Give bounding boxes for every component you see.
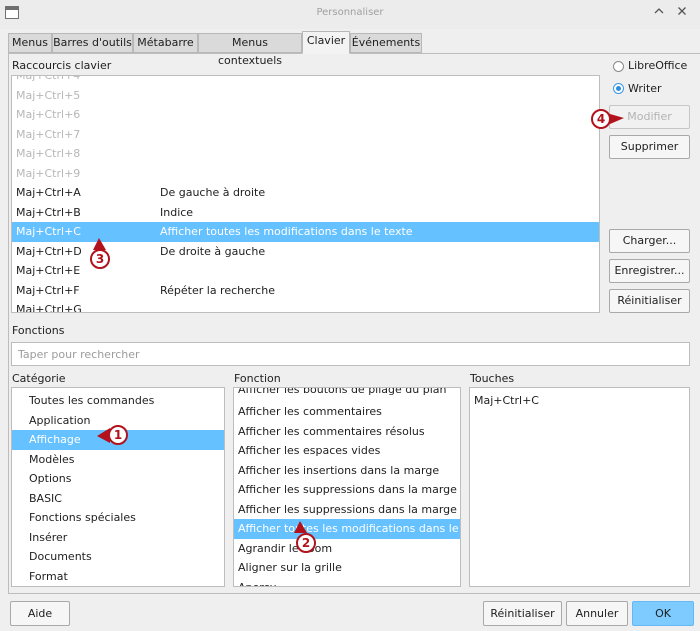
callout-1: 1 bbox=[108, 425, 128, 445]
callout-4: 4 bbox=[591, 109, 611, 129]
annotation-pointers bbox=[93, 114, 624, 533]
callout-pointer-4 bbox=[610, 114, 624, 124]
callout-3: 3 bbox=[90, 249, 110, 269]
callout-pointer-2 bbox=[294, 521, 307, 533]
callout-2: 2 bbox=[296, 533, 316, 553]
